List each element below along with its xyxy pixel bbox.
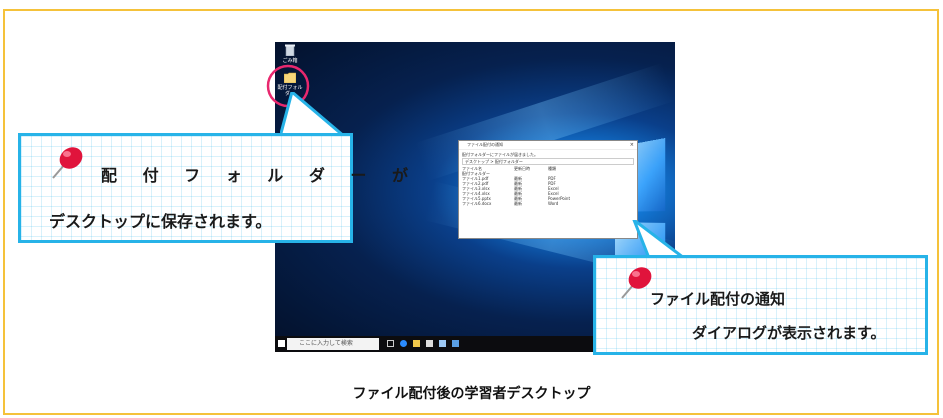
callout-left-line1: 配 付 フ ォ ル ダ ー が — [101, 166, 418, 185]
pushpin-icon — [52, 147, 83, 179]
task-view-icon[interactable] — [387, 340, 394, 347]
dialog-title: ファイル配付の通知 — [459, 141, 637, 150]
callout-pointer-right — [632, 220, 689, 260]
notification-dialog: ファイル配付の通知 × 配付フォルダーにファイルが届きました。 デスクトップ >… — [458, 140, 638, 239]
column-header[interactable]: 種類 — [548, 166, 588, 171]
file-row[interactable]: ファイル6.docx 最新 Word — [459, 201, 637, 206]
taskbar-search-input[interactable]: ここに入力して検索 — [287, 338, 379, 350]
recycle-bin-icon — [285, 44, 295, 57]
close-icon[interactable]: × — [630, 142, 634, 148]
callout-right-line1: ファイル配付の通知 — [650, 290, 786, 308]
callout-dialog-shown: ファイル配付の通知 ダイアログが表示されます。 — [593, 255, 928, 355]
explorer-icon[interactable] — [413, 340, 420, 347]
column-header[interactable]: 更新日時 — [514, 166, 548, 171]
figure-caption: ファイル配付後の学習者デスクトップ — [352, 386, 591, 402]
callout-right-line2: ダイアログが表示されます。 — [692, 324, 886, 342]
app-icon[interactable] — [452, 340, 459, 347]
callout-left-line2: デスクトップに保存されます。 — [49, 212, 272, 231]
callout-folder-saved: 配 付 フ ォ ル ダ ー が デスクトップに保存されます。 — [18, 133, 408, 243]
recycle-bin[interactable]: ごみ箱 — [280, 44, 300, 64]
dialog-message: 配付フォルダーにファイルが届きました。 — [462, 152, 538, 157]
start-button-icon[interactable] — [278, 340, 285, 347]
store-icon[interactable] — [426, 340, 433, 347]
edge-icon[interactable] — [400, 340, 407, 347]
mail-icon[interactable] — [439, 340, 446, 347]
dialog-path: デスクトップ > 配付フォルダー — [462, 158, 634, 165]
